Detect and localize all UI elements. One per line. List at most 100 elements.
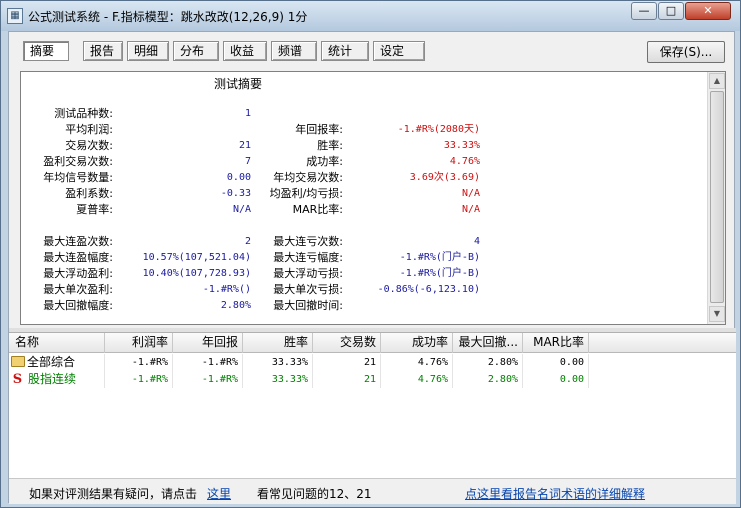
summary-row: 最大回撤幅度: 2.80% 最大回撤时间: xyxy=(21,298,491,314)
summary-row xyxy=(21,218,491,234)
summary-right-label: 最大单次亏损: xyxy=(273,283,343,296)
tab-1[interactable]: 报告 xyxy=(83,41,123,61)
folder-icon xyxy=(11,356,25,367)
faq-link[interactable]: 这里 xyxy=(207,485,231,502)
summary-left-label: 交易次数: xyxy=(65,139,113,152)
column-header[interactable]: 交易数 xyxy=(313,333,381,353)
tab-6[interactable]: 统计 xyxy=(321,41,369,61)
summary-left-value: 0.00 xyxy=(226,172,251,183)
title-bar[interactable]: ▦ 公式测试系统 - F.指标模型：跳水改改(12,26,9) 1分 — □ ✕ xyxy=(1,1,740,31)
summary-left-label: 年均信号数量: xyxy=(43,171,113,184)
summary-left-label: 平均利润: xyxy=(65,123,113,136)
table-cell: -1.#R% xyxy=(105,354,173,371)
table-cell: 2.80% xyxy=(453,371,523,388)
minimize-button[interactable]: — xyxy=(631,2,657,20)
grid-header: 名称 利润率 年回报 胜率 交易数 成功率 最大回撤... MAR比率 xyxy=(9,333,736,353)
summary-left-label: 盈利系数: xyxy=(65,187,113,200)
table-row[interactable]: S 股指连续 -1.#R% -1.#R% 33.33% 21 4.76% 2.80% 0.00 xyxy=(9,371,736,388)
summary-left-value: N/A xyxy=(232,204,251,215)
summary-right-value: 33.33% xyxy=(443,140,480,151)
summary-row: 夏普率: N/A MAR比率: N/A xyxy=(21,202,491,218)
summary-left-value: 2 xyxy=(244,236,251,247)
scrollbar-thumb[interactable] xyxy=(710,91,724,303)
summary-left-label: 测试品种数: xyxy=(54,107,113,120)
summary-row: 最大浮动盈利: 10.40%(107,728.93) 最大浮动亏损: -1.#R%(门… xyxy=(21,266,491,282)
save-button[interactable]: 保存(S)... xyxy=(647,41,725,63)
tab-0[interactable]: 摘要 xyxy=(23,41,69,61)
close-button[interactable]: ✕ xyxy=(685,2,731,20)
summary-left-value: 10.57%(107,521.04) xyxy=(142,252,251,263)
summary-row: 最大单次盈利: -1.#R%() 最大单次亏损: -0.86%(-6,123.10) xyxy=(21,282,491,298)
table-cell: -1.#R% xyxy=(173,354,243,371)
results-grid: 名称 利润率 年回报 胜率 交易数 成功率 最大回撤... MAR比率 全部综合 -1.#R% -… xyxy=(9,332,736,478)
summary-row: 年均信号数量: 0.00 年均交易次数: 3.69次(3.69) xyxy=(21,170,491,186)
tab-4[interactable]: 收益 xyxy=(223,41,267,61)
column-header[interactable]: 利润率 xyxy=(105,333,173,353)
summary-right-value: -0.86%(-6,123.10) xyxy=(377,284,480,295)
summary-right-value: -1.#R%(2080天) xyxy=(397,124,480,135)
tab-7[interactable]: 设定 xyxy=(373,41,425,61)
row-name-cell: 全部综合 xyxy=(9,354,105,371)
summary-right-value: 4.76% xyxy=(449,156,480,167)
summary-right-value: 4 xyxy=(473,236,480,247)
table-cell: -1.#R% xyxy=(105,371,173,388)
summary-title: 测试摘要 xyxy=(214,77,263,91)
summary-scrollbar[interactable]: ▲ ▼ xyxy=(707,72,725,324)
status-bar: 如果对评测结果有疑问，请点击 这里 看常见问题的12、21 点这里看报告名词术语… xyxy=(9,478,736,504)
glossary-link[interactable]: 点这里看报告名词术语的详细解释 xyxy=(465,485,645,502)
summary-right-label: MAR比率: xyxy=(292,203,343,216)
summary-row: 最大连盈幅度: 10.57%(107,521.04) 最大连亏幅度: -1.#R%(门… xyxy=(21,250,491,266)
summary-right-label: 胜率: xyxy=(317,139,343,152)
app-icon: ▦ xyxy=(7,8,23,24)
summary-left-label: 夏普率: xyxy=(76,203,113,216)
summary-left-label: 最大单次盈利: xyxy=(43,283,113,296)
summary-panel: 测试摘要 测试品种数: 1 平均利润: 年回报率: -1.#R%(2080天) 交易次数:… xyxy=(20,71,726,325)
table-cell: 21 xyxy=(313,371,381,388)
summary-left-label: 最大连盈次数: xyxy=(43,235,113,248)
scroll-up-arrow-icon[interactable]: ▲ xyxy=(709,73,725,89)
table-cell: 33.33% xyxy=(243,354,313,371)
tab-3[interactable]: 分布 xyxy=(173,41,219,61)
window-title: 公式测试系统 - F.指标模型：跳水改改(12,26,9) 1分 xyxy=(28,10,308,24)
summary-row: 最大连盈次数: 2 最大连亏次数: 4 xyxy=(21,234,491,250)
summary-left-value: 21 xyxy=(238,140,251,151)
column-header[interactable]: 成功率 xyxy=(381,333,453,353)
table-cell: 4.76% xyxy=(381,354,453,371)
table-cell: -1.#R% xyxy=(173,371,243,388)
summary-right-value: -1.#R%(门户-B) xyxy=(399,252,480,263)
summary-left-value: -1.#R%() xyxy=(202,284,251,295)
row-name-cell: S 股指连续 xyxy=(9,371,105,388)
table-cell: 4.76% xyxy=(381,371,453,388)
column-header[interactable]: MAR比率 xyxy=(523,333,589,353)
summary-right-label: 最大浮动亏损: xyxy=(273,267,343,280)
summary-left-value: 1 xyxy=(244,108,251,119)
scroll-down-arrow-icon[interactable]: ▼ xyxy=(709,306,725,322)
summary-right-label: 年均交易次数: xyxy=(273,171,343,184)
summary-right-value: -1.#R%(门户-B) xyxy=(399,268,480,279)
summary-right-label: 最大连亏幅度: xyxy=(273,251,343,264)
summary-left-label: 最大浮动盈利: xyxy=(43,267,113,280)
column-header[interactable]: 最大回撤... xyxy=(453,333,523,353)
summary-right-label: 最大连亏次数: xyxy=(273,235,343,248)
summary-left-value: 10.40%(107,728.93) xyxy=(142,268,251,279)
summary-right-value: N/A xyxy=(461,188,480,199)
summary-row: 平均利润: 年回报率: -1.#R%(2080天) xyxy=(21,122,491,138)
summary-right-label: 年回报率: xyxy=(295,123,343,136)
summary-left-label: 盈利交易次数: xyxy=(43,155,113,168)
maximize-button[interactable]: □ xyxy=(658,2,684,20)
table-cell: 2.80% xyxy=(453,354,523,371)
table-row[interactable]: 全部综合 -1.#R% -1.#R% 33.33% 21 4.76% 2.80% 0.00 xyxy=(9,354,736,371)
summary-right-label: 均盈利/均亏损: xyxy=(269,187,343,200)
summary-right-label: 成功率: xyxy=(306,155,343,168)
summary-row: 盈利系数: -0.33 均盈利/均亏损: N/A xyxy=(21,186,491,202)
summary-right-label: 最大回撤时间: xyxy=(273,299,343,312)
tab-2[interactable]: 明细 xyxy=(127,41,169,61)
tab-5[interactable]: 频谱 xyxy=(271,41,317,61)
client-area: 摘要 报告 明细 分布 收益 频谱 统计 设定 保存(S)... 测试摘要 测试品种数: 1 平均… xyxy=(8,31,736,504)
column-header[interactable]: 名称 xyxy=(9,333,105,353)
summary-row: 交易次数: 21 胜率: 33.33% xyxy=(21,138,491,154)
column-header[interactable]: 年回报 xyxy=(173,333,243,353)
app-window: ▦ 公式测试系统 - F.指标模型：跳水改改(12,26,9) 1分 — □ ✕… xyxy=(0,0,741,508)
summary-left-value: -0.33 xyxy=(220,188,251,199)
column-header[interactable]: 胜率 xyxy=(243,333,313,353)
